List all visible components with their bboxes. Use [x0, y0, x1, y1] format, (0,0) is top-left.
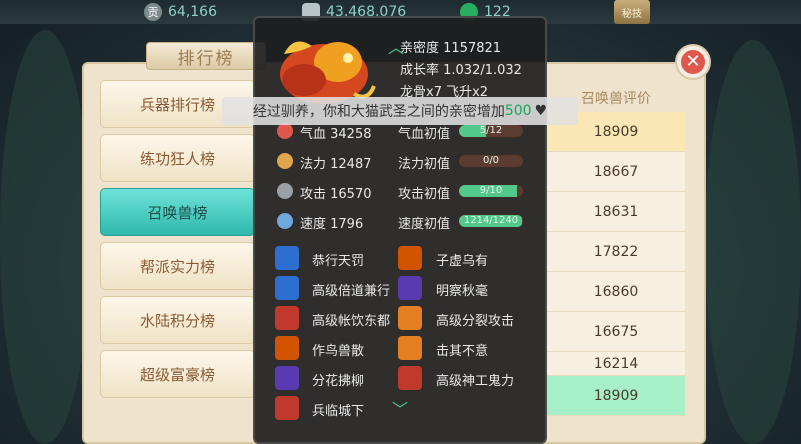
stat-value: 速度 1796	[300, 217, 364, 232]
pet-growth: 成长率 1.032/1.032	[400, 63, 522, 78]
stat-init-label: 速度初值	[398, 217, 451, 232]
skill-name: 高级神工鬼力	[436, 374, 515, 389]
bar-text: 9/10	[479, 185, 503, 196]
score-cell: 18909	[593, 387, 639, 404]
skill-icon[interactable]	[275, 276, 299, 300]
table-row[interactable]: 16214	[547, 352, 685, 376]
attack-icon	[277, 183, 293, 199]
skill-name: 作鸟兽散	[312, 344, 365, 359]
table-row[interactable]: 18667	[547, 152, 685, 192]
skill-name: 子虚乌有	[436, 254, 489, 269]
tab-guild-rank[interactable]: 帮派实力榜	[100, 242, 255, 290]
skill-icon[interactable]	[275, 336, 299, 360]
currency-bound-gold: 贡 64,166	[144, 2, 217, 22]
score-cell: 16675	[593, 323, 639, 340]
table-row[interactable]: 17822	[547, 232, 685, 272]
skill-icon[interactable]	[398, 276, 422, 300]
skill-name: 高级分裂攻击	[436, 314, 515, 329]
hp-icon	[277, 123, 293, 139]
skill-name: 明察秋毫	[436, 284, 489, 299]
chevron-down-icon[interactable]: ﹀	[392, 396, 408, 420]
background-foliage	[705, 40, 801, 444]
stat-value: 气血 34258	[300, 127, 372, 142]
table-row[interactable]: 18631	[547, 192, 685, 232]
score-cell: 18631	[593, 203, 639, 220]
leaderboard-tabs: 兵器排行榜 练功狂人榜 召唤兽榜 帮派实力榜 水陆积分榜 超级富豪榜	[92, 72, 262, 444]
currency-value: 64,166	[168, 4, 217, 20]
skill-icon[interactable]	[275, 396, 299, 420]
intimacy-toast: 经过驯养，你和大猫武圣之间的亲密增加 500 ♥	[222, 97, 578, 125]
score-cell: 16860	[593, 283, 639, 300]
skill-icon[interactable]	[398, 246, 422, 270]
tab-wealth-rank[interactable]: 超级富豪榜	[100, 350, 255, 398]
tab-shuilu-rank[interactable]: 水陆积分榜	[100, 296, 255, 344]
pet-intimacy: 亲密度 1157821	[400, 41, 502, 56]
stat-value: 法力 12487	[300, 157, 372, 172]
stat-init-bar: 9/10	[458, 184, 524, 198]
stat-init-label: 攻击初值	[398, 187, 451, 202]
skill-icon[interactable]	[398, 366, 422, 390]
pet-heart-icon: ♥	[534, 103, 548, 119]
score-cell: 16214	[593, 355, 639, 372]
speed-icon	[277, 213, 293, 229]
skill-name: 高级帐饮东都	[312, 314, 391, 329]
tab-summon-rank[interactable]: 召唤兽榜	[100, 188, 255, 236]
bar-text: 5/12	[479, 125, 503, 136]
skill-name: 兵临城下	[312, 404, 365, 419]
stat-init-bar: 5/12	[458, 124, 524, 138]
table-row[interactable]: 16675	[547, 312, 685, 352]
toast-text: 经过驯养，你和大猫武圣之间的亲密增加	[252, 104, 505, 120]
bar-text: 1214/1240	[463, 215, 519, 226]
stat-init-label: 气血初值	[398, 127, 451, 142]
stat-init-bar: 0/0	[458, 154, 524, 168]
close-button[interactable]: ✕	[675, 44, 711, 80]
toast-amount: 500	[504, 103, 532, 119]
tab-training-rank[interactable]: 练功狂人榜	[100, 134, 255, 182]
secret-skill-button[interactable]: 秘技	[614, 0, 650, 24]
my-rank-row[interactable]: 18909	[547, 376, 685, 416]
skill-icon[interactable]	[275, 246, 299, 270]
skill-icon[interactable]	[275, 366, 299, 390]
skill-name: 高级倍道兼行	[312, 284, 391, 299]
stat-init-label: 法力初值	[398, 157, 451, 172]
score-cell: 18909	[593, 123, 639, 140]
mp-icon	[277, 153, 293, 169]
skill-icon[interactable]	[398, 336, 422, 360]
table-row[interactable]: 16860	[547, 272, 685, 312]
background-foliage	[0, 30, 90, 444]
leaderboard-title: 排行榜	[146, 42, 266, 70]
skill-icon[interactable]	[398, 306, 422, 330]
score-cell: 18667	[593, 163, 639, 180]
skill-icon[interactable]	[275, 306, 299, 330]
score-cell: 17822	[593, 243, 639, 260]
skill-name: 分花拂柳	[312, 374, 365, 389]
skill-name: 恭行天罚	[312, 254, 365, 269]
close-icon: ✕	[681, 50, 705, 74]
bar-text: 0/0	[482, 155, 500, 166]
stat-init-bar: 1214/1240	[458, 214, 524, 228]
coin-icon: 贡	[144, 3, 162, 21]
stat-value: 攻击 16570	[300, 187, 372, 202]
skill-name: 击其不意	[436, 344, 489, 359]
